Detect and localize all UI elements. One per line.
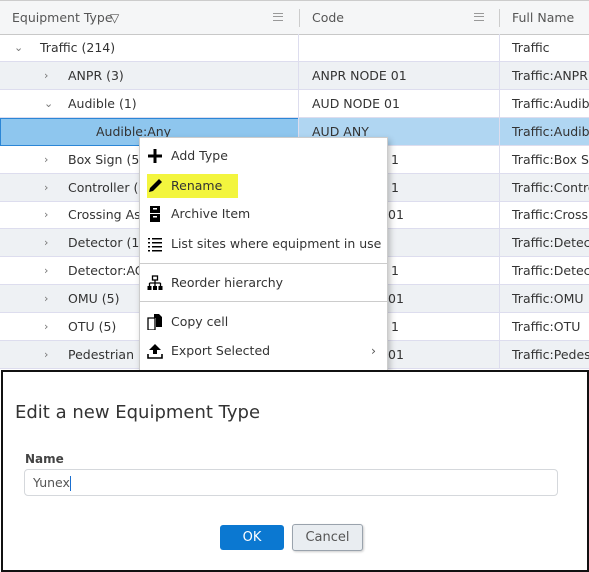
menu-item-reorder-hierarchy[interactable]: Reorder hierarchy xyxy=(140,270,387,296)
ok-button[interactable]: OK xyxy=(220,525,284,550)
equipment-type-cell[interactable]: ⌄ Traffic (214) xyxy=(0,34,299,61)
equipment-type-text: Audible (1) xyxy=(68,95,137,111)
full-name-cell[interactable]: Traffic:OMU xyxy=(500,285,589,312)
column-header-equipment-type[interactable]: Equipment Type xyxy=(12,1,113,35)
equipment-type-text: Detector:AG xyxy=(68,263,145,279)
column-resize-handle[interactable] xyxy=(299,9,300,27)
full-name-cell[interactable]: Traffic:Pedestrian xyxy=(500,341,589,368)
code-cell[interactable]: AUD NODE 01 xyxy=(300,89,500,117)
menu-separator xyxy=(140,263,387,264)
equipment-type-text: Box Sign (5) xyxy=(68,151,145,167)
expand-icon[interactable]: › xyxy=(44,341,48,368)
expand-icon[interactable]: › xyxy=(44,62,48,89)
expand-icon[interactable]: › xyxy=(44,146,48,173)
table-row[interactable]: › ANPR (3) ANPR NODE 01 Traffic:ANPR xyxy=(0,61,589,90)
copy-icon xyxy=(147,314,162,330)
archive-icon xyxy=(150,206,160,222)
expand-icon[interactable]: › xyxy=(44,257,48,284)
expand-icon[interactable]: › xyxy=(44,174,48,201)
code-cell[interactable]: ANPR NODE 01 xyxy=(300,61,500,89)
full-name-cell[interactable]: Traffic:Audible xyxy=(500,118,589,145)
full-name-cell[interactable]: Traffic:ANPR xyxy=(500,62,589,89)
expand-icon[interactable]: › xyxy=(44,201,48,228)
name-input-value: Yunex xyxy=(33,475,70,490)
menu-item-archive-item[interactable]: Archive Item xyxy=(140,201,387,227)
menu-item-label: Archive Item xyxy=(171,206,251,221)
menu-item-label: List sites where equipment in use xyxy=(171,236,382,251)
column-header-full-name[interactable]: Full Name xyxy=(512,1,574,35)
menu-item-export-selected[interactable]: Export Selected › xyxy=(140,338,387,364)
full-name-cell[interactable]: Traffic:Detector xyxy=(500,257,589,284)
equipment-type-cell[interactable]: › ANPR (3) xyxy=(0,61,299,89)
expand-icon[interactable]: › xyxy=(44,313,48,340)
name-label: Name xyxy=(25,452,64,466)
equipment-type-text: ANPR (3) xyxy=(68,67,124,83)
table-row[interactable]: ⌄ Traffic (214) Traffic xyxy=(0,34,589,62)
equipment-type-text: Detector (16 xyxy=(68,235,148,251)
context-menu: Add Type Rename Archive Item List sites … xyxy=(139,137,388,372)
plus-icon xyxy=(148,149,162,163)
collapse-icon[interactable]: ⌄ xyxy=(14,34,23,61)
equipment-type-text: Pedestrian P xyxy=(68,346,146,362)
equipment-type-text: Controller (2 xyxy=(68,179,147,195)
table-row[interactable]: ⌄ Audible (1) AUD NODE 01Traffic:Audible xyxy=(0,89,589,118)
column-menu-icon[interactable] xyxy=(474,13,484,21)
menu-item-label: Add Type xyxy=(171,148,228,163)
full-name-cell[interactable]: Traffic:Crossing xyxy=(500,201,589,228)
expand-icon[interactable]: › xyxy=(44,285,48,312)
equipment-type-cell[interactable]: ⌄ Audible (1) xyxy=(0,89,299,117)
menu-item-label: Rename xyxy=(171,178,223,193)
menu-item-label: Copy cell xyxy=(171,314,229,329)
menu-item-rename[interactable]: Rename xyxy=(140,173,387,199)
text-caret xyxy=(69,476,71,491)
equipment-type-text: Traffic (214) xyxy=(40,40,116,55)
equipment-type-text: OTU (5) xyxy=(68,319,117,334)
expand-icon[interactable]: › xyxy=(44,229,48,256)
export-icon xyxy=(147,344,163,359)
menu-item-label: Export Selected xyxy=(171,343,271,358)
submenu-chevron-icon: › xyxy=(371,343,376,358)
menu-item-add-type[interactable]: Add Type xyxy=(140,143,387,169)
dialog-title: Edit a new Equipment Type xyxy=(15,402,261,423)
column-header-code[interactable]: Code xyxy=(312,1,344,35)
menu-separator xyxy=(140,301,387,302)
name-input[interactable]: Yunex xyxy=(24,469,558,496)
menu-item-label: Reorder hierarchy xyxy=(171,275,284,290)
full-name-cell[interactable]: Traffic:Audible xyxy=(500,90,589,117)
full-name-cell[interactable]: Traffic:OTU xyxy=(500,313,589,340)
full-name-cell[interactable]: Traffic xyxy=(500,34,589,61)
grid-header: Equipment Type ▽ Code Full Name xyxy=(0,0,589,35)
full-name-cell[interactable]: Traffic:Controller xyxy=(500,174,589,201)
edit-equipment-type-dialog: Edit a new Equipment Type Name Yunex OK … xyxy=(1,370,589,572)
code-cell[interactable] xyxy=(300,34,500,61)
full-name-cell[interactable]: Traffic:Box Sign xyxy=(500,146,589,173)
full-name-cell[interactable]: Traffic:Detector xyxy=(500,229,589,256)
cancel-button[interactable]: Cancel xyxy=(292,524,363,551)
filter-icon[interactable]: ▽ xyxy=(110,1,119,35)
column-resize-handle[interactable] xyxy=(499,9,500,27)
pencil-icon xyxy=(149,179,162,192)
menu-item-list-sites[interactable]: List sites where equipment in use xyxy=(140,231,387,257)
equipment-type-text: OMU (5) xyxy=(68,291,120,307)
column-menu-icon[interactable] xyxy=(273,13,283,21)
hierarchy-icon xyxy=(147,275,163,290)
list-icon xyxy=(148,238,162,252)
collapse-icon[interactable]: ⌄ xyxy=(44,90,53,117)
menu-item-copy-cell[interactable]: Copy cell xyxy=(140,309,387,335)
equipment-type-text: Crossing Asp xyxy=(68,207,149,223)
